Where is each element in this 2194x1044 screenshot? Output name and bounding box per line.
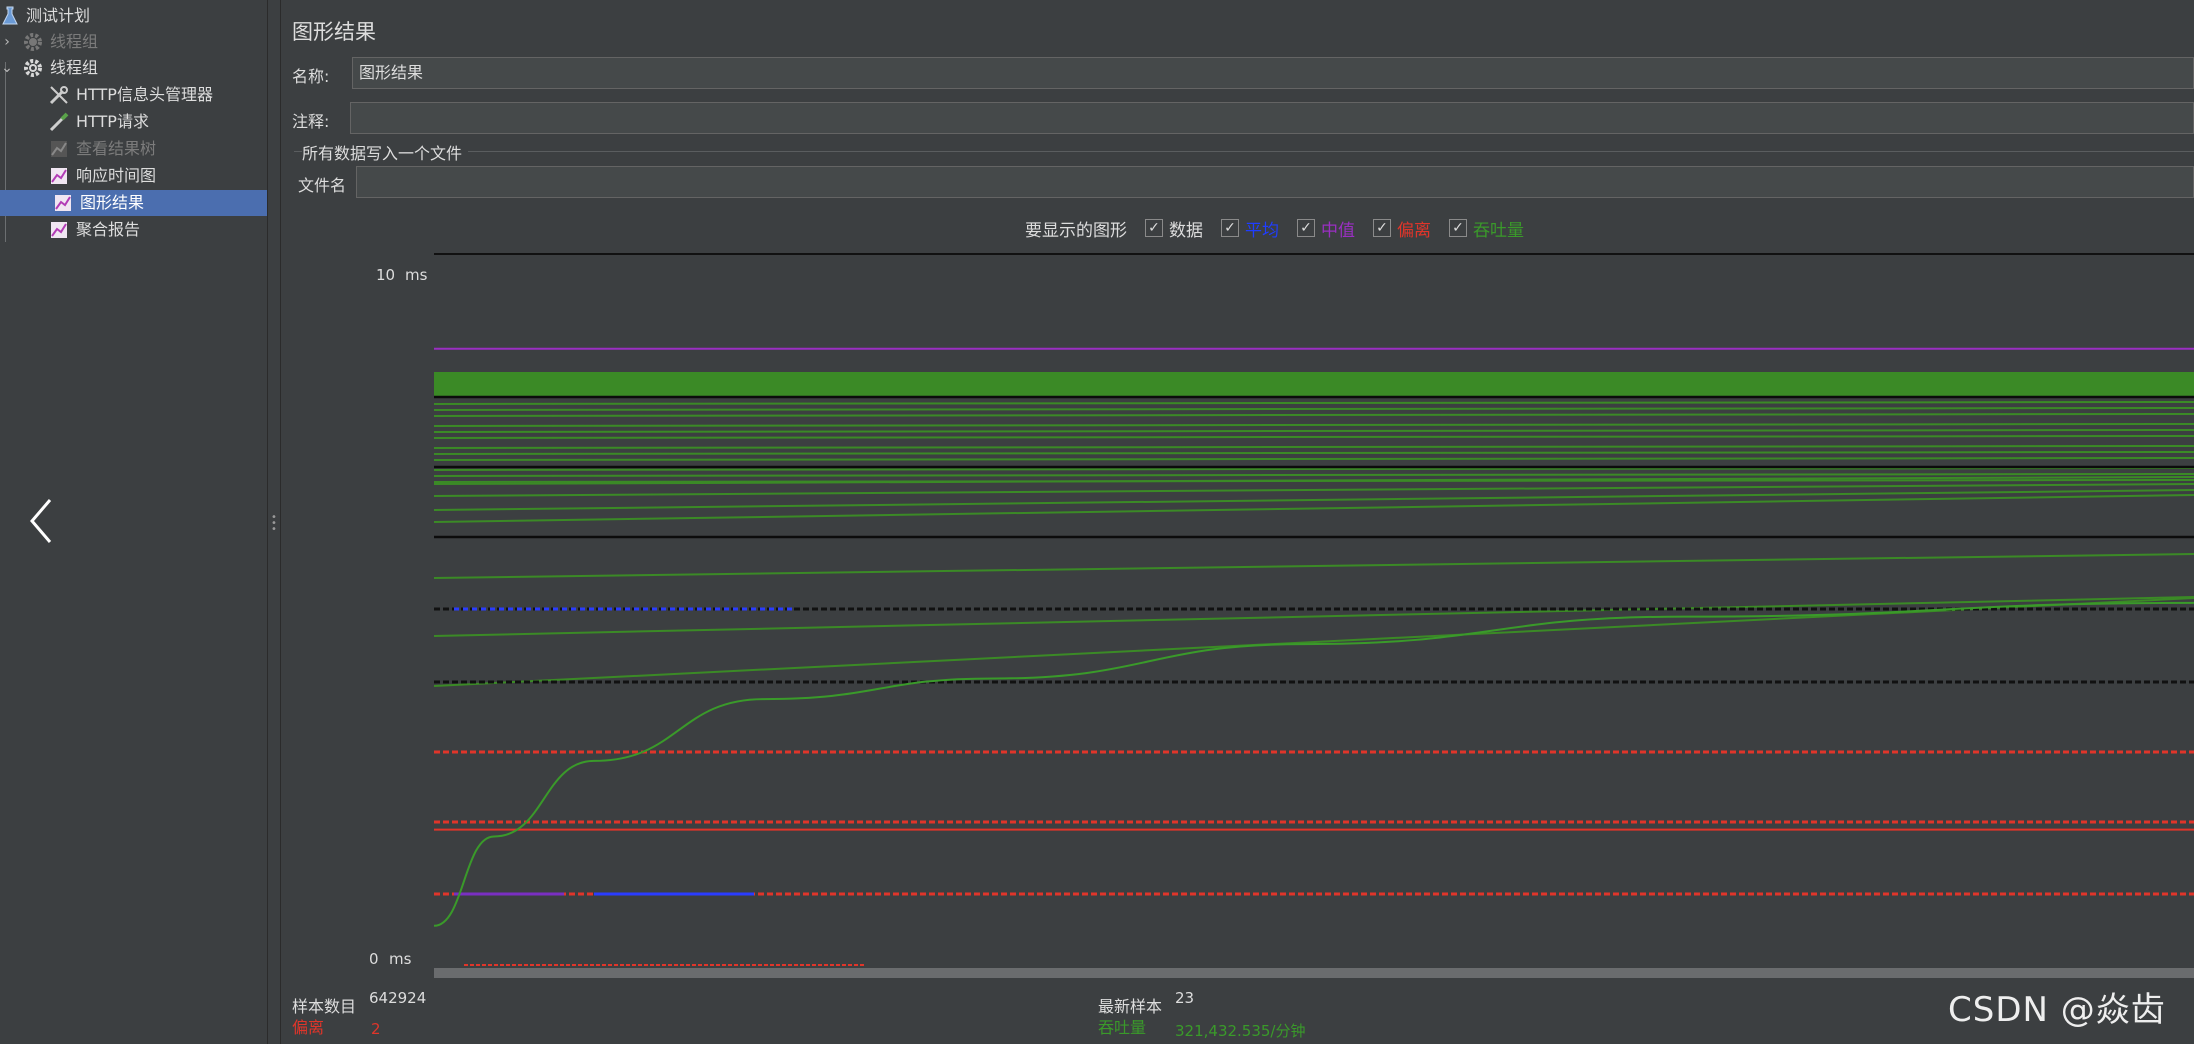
test-plan-tree: 测试计划 › 线程组 ⌄ 线程组 HTTP信息头管理器 HTTP请求 查看结果树 [0, 0, 267, 1044]
throughput-option-label: 吞吐量 [1473, 220, 1524, 241]
panel-splitter[interactable]: • • • [267, 0, 281, 1044]
wrench-icon [48, 84, 70, 106]
throughput-value: 321,432.535/分钟 [1175, 1022, 1306, 1040]
page-title: 图形结果 [292, 20, 376, 44]
comment-field[interactable] [350, 102, 2194, 134]
chart-icon [48, 219, 70, 241]
y-axis-min-unit: ms [389, 950, 412, 968]
median-option-label: 中值 [1321, 220, 1355, 241]
gear-icon [22, 57, 44, 79]
graphs-to-display: 要显示的图形 ✓ 数据 ✓ 平均 ✓ 中值 ✓ 偏离 ✓ 吞吐量 [1025, 214, 1524, 242]
tree-item-http-request[interactable]: HTTP请求 [48, 109, 267, 135]
latest-sample-value: 23 [1175, 989, 1195, 1007]
chart-icon [48, 138, 70, 160]
data-option-label: 数据 [1169, 220, 1203, 241]
name-field[interactable]: 图形结果 [352, 57, 2194, 89]
tree-item-view-results-tree[interactable]: 查看结果树 [48, 136, 267, 162]
graph-results-chart [434, 252, 2194, 982]
sample-count-value: 642924 [369, 989, 427, 1007]
y-axis-max-unit: ms [405, 266, 428, 284]
tree-item-http-header-manager[interactable]: HTTP信息头管理器 [48, 82, 267, 108]
splitter-grip-icon: • • • [271, 512, 277, 535]
flask-icon [2, 5, 18, 27]
filename-field[interactable] [356, 166, 2194, 198]
graphs-to-display-label: 要显示的图形 [1025, 220, 1127, 241]
tree-item-label: 图形结果 [80, 193, 145, 212]
throughput-checkbox[interactable]: ✓ [1449, 219, 1467, 237]
deviation-value: 2 [371, 1020, 381, 1038]
deviation-checkbox[interactable]: ✓ [1373, 219, 1391, 237]
average-checkbox[interactable]: ✓ [1221, 219, 1239, 237]
tree-item-label: HTTP请求 [76, 112, 149, 131]
chart-icon [52, 192, 74, 214]
tree-item-label: HTTP信息头管理器 [76, 85, 213, 104]
data-checkbox[interactable]: ✓ [1145, 219, 1163, 237]
filename-label: 文件名 [298, 176, 347, 195]
file-section-border [294, 151, 2194, 152]
watermark: CSDN @焱齿 [1948, 990, 2166, 1030]
median-checkbox[interactable]: ✓ [1297, 219, 1315, 237]
chart-icon [48, 165, 70, 187]
tree-item-graph-results[interactable]: 图形结果 [0, 190, 267, 216]
average-option-label: 平均 [1245, 220, 1279, 241]
name-label: 名称: [292, 67, 330, 86]
pipette-icon [48, 111, 70, 133]
throughput-label: 吞吐量 [1098, 1018, 1147, 1037]
tree-item-label: 查看结果树 [76, 139, 157, 158]
chevron-left-icon[interactable] [26, 496, 56, 550]
tree-item-label: 聚合报告 [76, 220, 141, 239]
tree-item-label: 线程组 [50, 58, 99, 77]
deviation-option-label: 偏离 [1397, 220, 1431, 241]
deviation-label: 偏离 [292, 1018, 325, 1037]
y-axis-min-label: 0 [369, 950, 379, 968]
tree-item-label: 线程组 [50, 32, 99, 51]
chevron-right-icon[interactable]: › [0, 29, 14, 55]
write-all-to-file-label: 所有数据写入一个文件 [302, 140, 469, 164]
tree-item-label: 响应时间图 [76, 166, 157, 185]
chart-scroll-track [434, 968, 2194, 978]
chevron-down-icon[interactable]: ⌄ [0, 55, 14, 81]
comment-label: 注释: [292, 112, 330, 131]
tree-item-aggregate-report[interactable]: 聚合报告 [48, 217, 267, 243]
throughput-band [434, 372, 2194, 396]
tree-item-test-plan[interactable]: 测试计划 [0, 3, 267, 29]
tree-item-thread-group-disabled[interactable]: › 线程组 [0, 29, 267, 55]
gear-icon [22, 31, 44, 53]
tree-item-response-time-graph[interactable]: 响应时间图 [48, 163, 267, 189]
tree-item-label: 测试计划 [26, 6, 91, 25]
tree-item-thread-group[interactable]: ⌄ 线程组 [0, 55, 267, 81]
y-axis-max-label: 10 [376, 266, 396, 284]
